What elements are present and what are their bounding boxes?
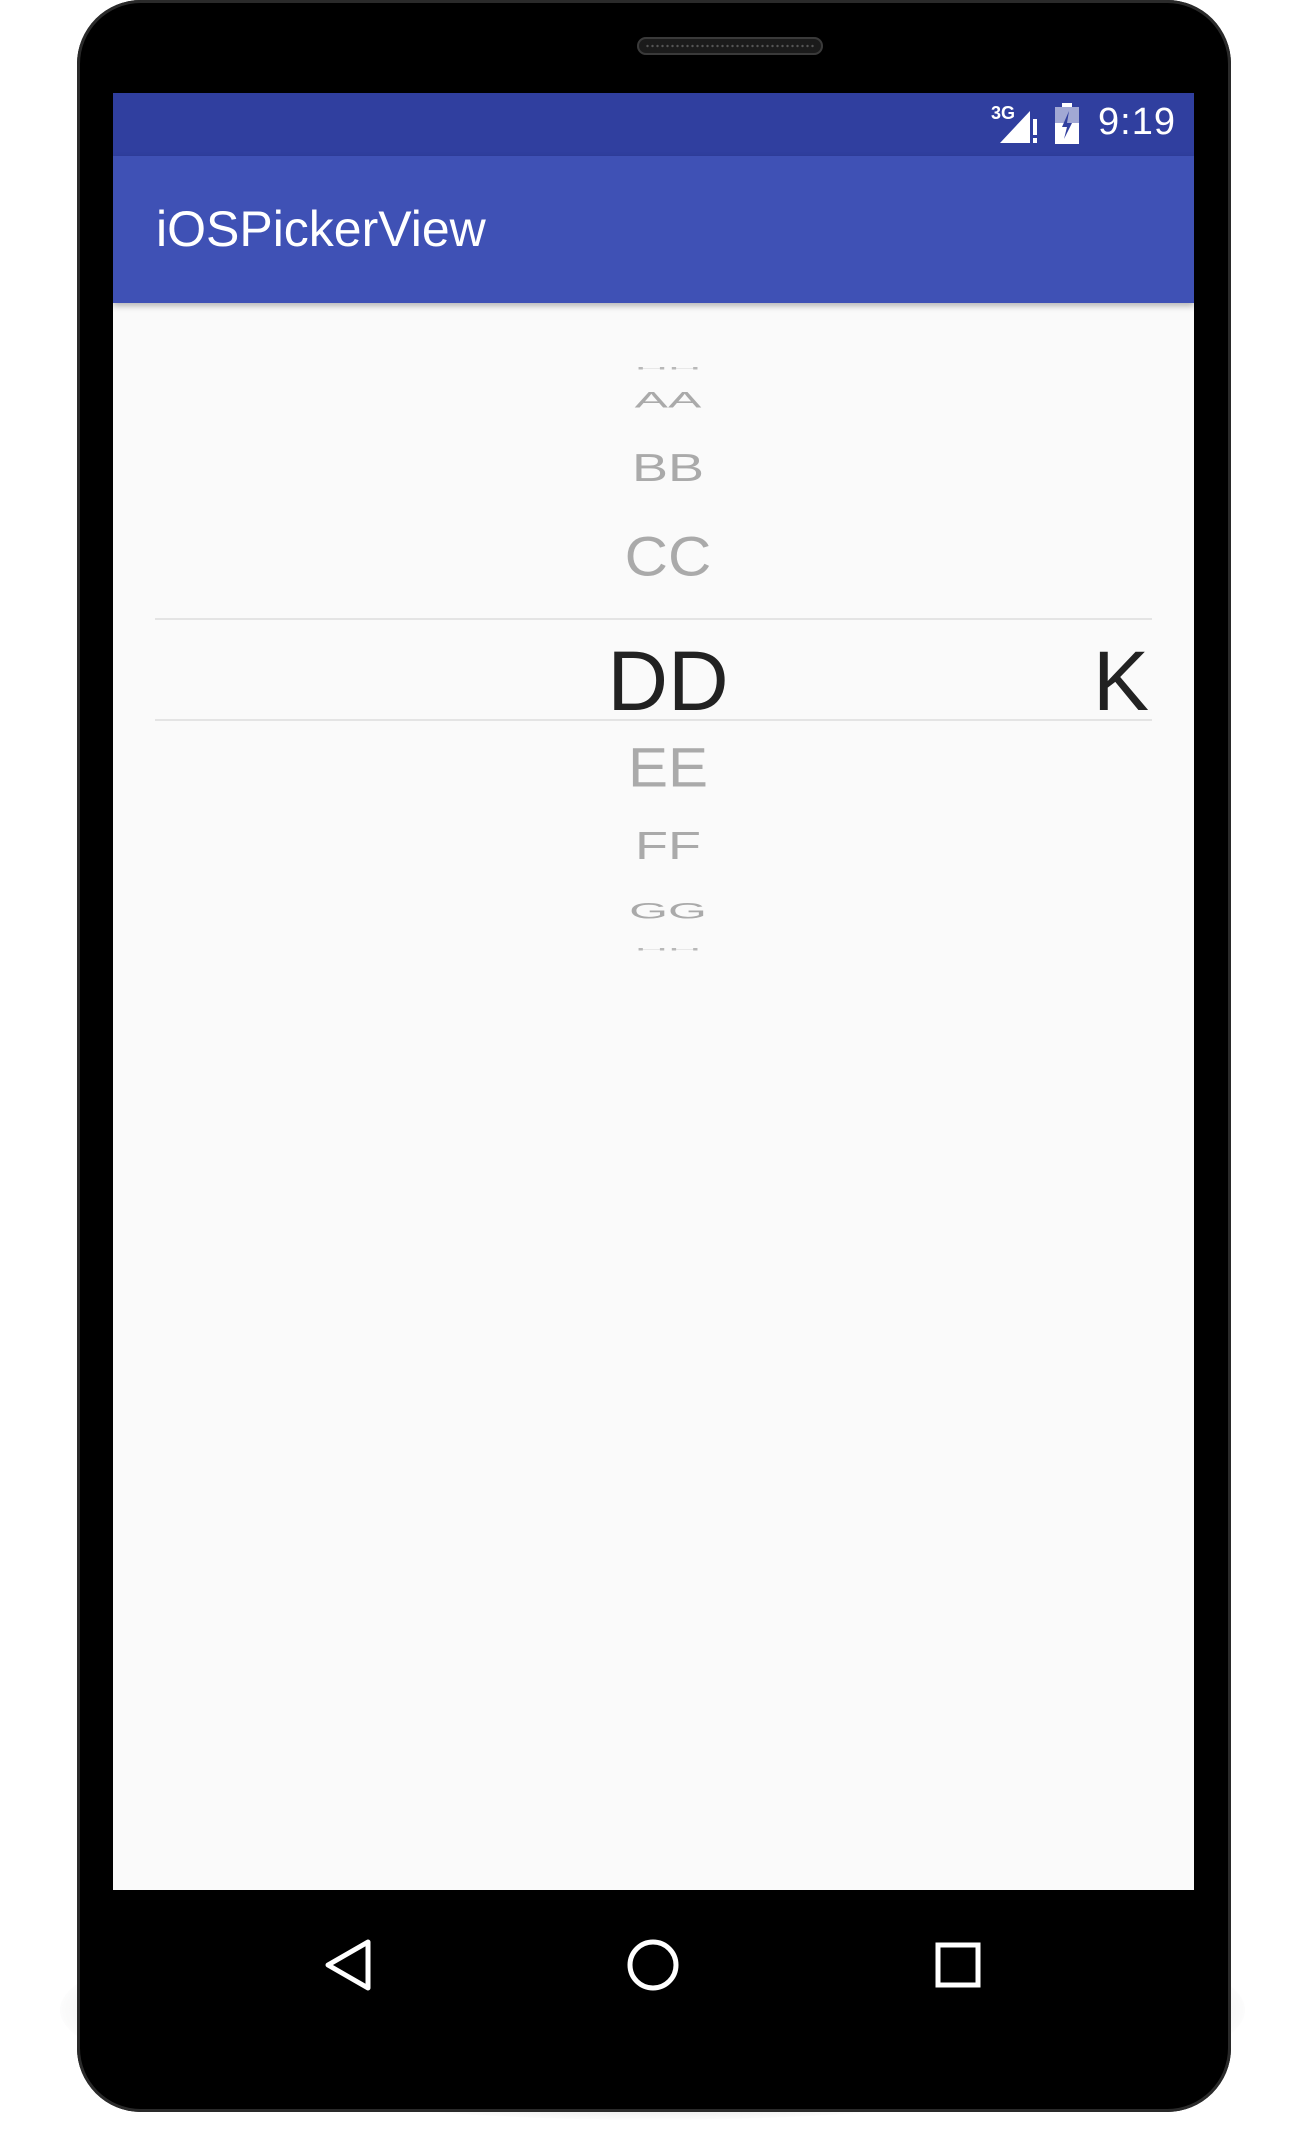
picker-selected-item[interactable]: DD (503, 639, 833, 723)
recents-icon (935, 1942, 981, 1988)
picker-item[interactable]: AA (553, 389, 783, 412)
picker-item[interactable]: GG (553, 900, 783, 923)
picker-item[interactable]: HH (553, 366, 783, 370)
navigation-bar (113, 1890, 1194, 2040)
screen: 3G 9:19 iOSPickerView HH AA BB CC DD K E… (113, 93, 1194, 1890)
recents-button[interactable] (913, 1920, 1003, 2010)
earpiece-speaker (637, 37, 823, 55)
picker-secondary-selected-item[interactable]: K (1093, 639, 1149, 723)
signal-icon (1000, 111, 1037, 143)
selection-line-top (155, 618, 1152, 620)
back-button[interactable] (302, 1920, 392, 2010)
selection-line-bottom (155, 719, 1152, 721)
home-button[interactable] (608, 1920, 698, 2010)
wheel-picker[interactable]: HH AA BB CC DD K EE FF GG HH (113, 323, 1194, 1083)
picker-item[interactable]: HH (553, 947, 783, 951)
app-title: iOSPickerView (156, 201, 486, 257)
picker-item[interactable]: CC (553, 529, 783, 585)
picker-item[interactable]: EE (553, 740, 783, 796)
clock: 9:19 (1098, 101, 1176, 143)
battery-icon (1055, 103, 1079, 144)
back-icon (325, 1939, 371, 1991)
picker-item[interactable]: BB (553, 449, 783, 488)
home-icon (627, 1939, 679, 1991)
app-bar: iOSPickerView (113, 156, 1194, 303)
status-bar: 3G 9:19 (113, 93, 1194, 156)
picker-item[interactable]: FF (553, 827, 783, 866)
